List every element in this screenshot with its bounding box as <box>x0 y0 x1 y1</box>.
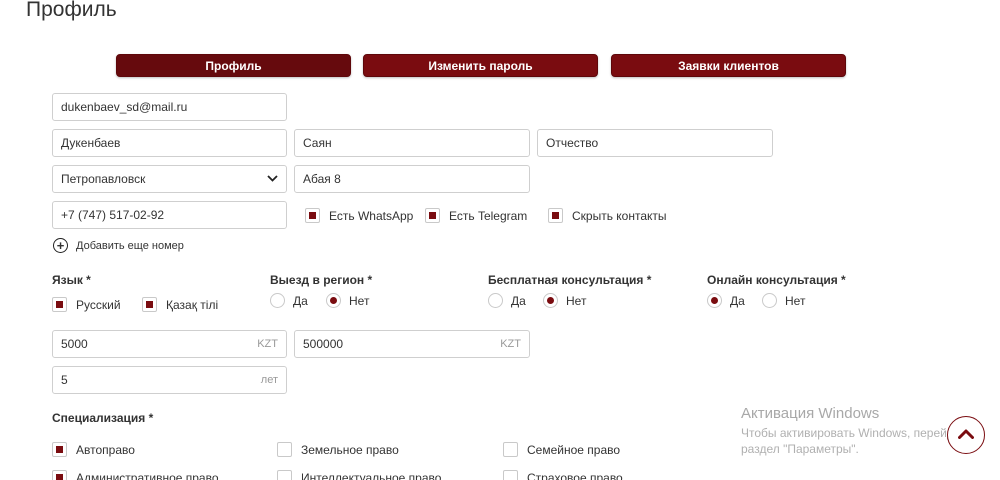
experience-field[interactable]: 5 лет <box>52 366 287 394</box>
hide-contacts-label: Скрыть контакты <box>572 208 667 223</box>
spec-label: Земельное право <box>301 442 399 457</box>
free-consult-yes-radio[interactable]: Да <box>488 293 526 308</box>
phone-value: +7 (747) 517-02-92 <box>61 208 165 222</box>
free-consult-label: Бесплатная консультация * <box>488 273 652 287</box>
checkbox-box <box>305 208 320 223</box>
radio-circle <box>270 293 285 308</box>
spec-label: Административное право <box>76 470 219 480</box>
checkbox-box <box>277 470 292 480</box>
currency-suffix: KZT <box>500 338 521 350</box>
free-consult-no-radio[interactable]: Нет <box>543 293 586 308</box>
spec-label: Автоправо <box>76 442 135 457</box>
email-field[interactable]: dukenbaev_sd@mail.ru <box>52 93 287 121</box>
spec-checkbox[interactable]: Административное право <box>52 470 219 480</box>
specialization-label: Специализация * <box>52 411 154 425</box>
checkbox-box <box>503 470 518 480</box>
plus-circle-icon: + <box>53 238 68 253</box>
spec-checkbox[interactable]: Интеллектуальное право <box>277 470 441 480</box>
free-consult-yes-label: Да <box>511 293 526 308</box>
checkbox-box <box>52 470 67 480</box>
checkbox-box <box>52 297 67 312</box>
tab-profile[interactable]: Профиль <box>116 54 351 77</box>
add-phone-button[interactable]: + Добавить еще номер <box>53 238 184 253</box>
city-value: Петропавловск <box>61 172 146 186</box>
online-consult-yes-label: Да <box>730 293 745 308</box>
region-trip-yes-label: Да <box>293 293 308 308</box>
language-label: Язык * <box>52 273 91 287</box>
email-value: dukenbaev_sd@mail.ru <box>61 100 188 114</box>
price-from-field[interactable]: 5000 KZT <box>52 330 287 358</box>
region-trip-no-radio[interactable]: Нет <box>326 293 369 308</box>
online-consult-no-label: Нет <box>785 293 806 308</box>
telegram-checkbox[interactable]: Есть Telegram <box>425 208 527 223</box>
last-name-value: Дукенбаев <box>61 136 121 150</box>
checkbox-box <box>425 208 440 223</box>
spec-label: Страховое право <box>527 470 623 480</box>
region-trip-no-label: Нет <box>349 293 370 308</box>
language-kazakh-label: Қазақ тілі <box>166 297 219 312</box>
checkbox-box <box>52 442 67 457</box>
checkbox-box <box>548 208 563 223</box>
price-to-value: 500000 <box>303 337 344 351</box>
spec-checkbox[interactable]: Страховое право <box>503 470 623 480</box>
online-consult-yes-radio[interactable]: Да <box>707 293 745 308</box>
language-russian-label: Русский <box>76 297 121 312</box>
language-russian-checkbox[interactable]: Русский <box>52 297 121 312</box>
price-to-field[interactable]: 500000 KZT <box>294 330 530 358</box>
tab-client-requests[interactable]: Заявки клиентов <box>611 54 846 77</box>
first-name-field[interactable]: Саян <box>294 129 530 157</box>
chevron-down-icon <box>267 173 278 185</box>
radio-circle <box>543 293 558 308</box>
checkbox-box <box>142 297 157 312</box>
whatsapp-checkbox[interactable]: Есть WhatsApp <box>305 208 413 223</box>
scroll-top-button[interactable] <box>947 416 985 454</box>
language-kazakh-checkbox[interactable]: Қазақ тілі <box>142 297 218 312</box>
radio-circle <box>762 293 777 308</box>
online-consult-no-radio[interactable]: Нет <box>762 293 805 308</box>
chevron-up-icon <box>958 426 974 444</box>
address-field[interactable]: Абая 8 <box>294 165 530 193</box>
tab-change-password[interactable]: Изменить пароль <box>363 54 598 77</box>
spec-label: Интеллектуальное право <box>301 470 442 480</box>
currency-suffix: KZT <box>257 338 278 350</box>
price-from-value: 5000 <box>61 337 88 351</box>
spec-checkbox[interactable]: Земельное право <box>277 442 399 457</box>
whatsapp-label: Есть WhatsApp <box>329 208 414 223</box>
add-phone-label: Добавить еще номер <box>76 239 184 252</box>
spec-label: Семейное право <box>527 442 621 457</box>
experience-value: 5 <box>61 373 68 387</box>
middle-name-placeholder: Отчество <box>546 136 599 150</box>
city-select[interactable]: Петропавловск <box>52 165 287 193</box>
checkbox-box <box>277 442 292 457</box>
radio-circle <box>326 293 341 308</box>
radio-circle <box>488 293 503 308</box>
online-consult-label: Онлайн консультация * <box>707 273 846 287</box>
phone-field[interactable]: +7 (747) 517-02-92 <box>52 201 287 229</box>
telegram-label: Есть Telegram <box>449 208 528 223</box>
checkbox-box <box>503 442 518 457</box>
address-value: Абая 8 <box>303 172 341 186</box>
spec-checkbox[interactable]: Семейное право <box>503 442 620 457</box>
page-title: Профиль <box>26 0 117 21</box>
middle-name-field[interactable]: Отчество <box>537 129 773 157</box>
last-name-field[interactable]: Дукенбаев <box>52 129 287 157</box>
free-consult-no-label: Нет <box>566 293 587 308</box>
first-name-value: Саян <box>303 136 332 150</box>
years-suffix: лет <box>260 374 278 386</box>
radio-circle <box>707 293 722 308</box>
spec-checkbox[interactable]: Автоправо <box>52 442 135 457</box>
windows-activation-title: Активация Windows <box>741 405 880 422</box>
hide-contacts-checkbox[interactable]: Скрыть контакты <box>548 208 667 223</box>
region-trip-label: Выезд в регион * <box>270 273 373 287</box>
region-trip-yes-radio[interactable]: Да <box>270 293 308 308</box>
